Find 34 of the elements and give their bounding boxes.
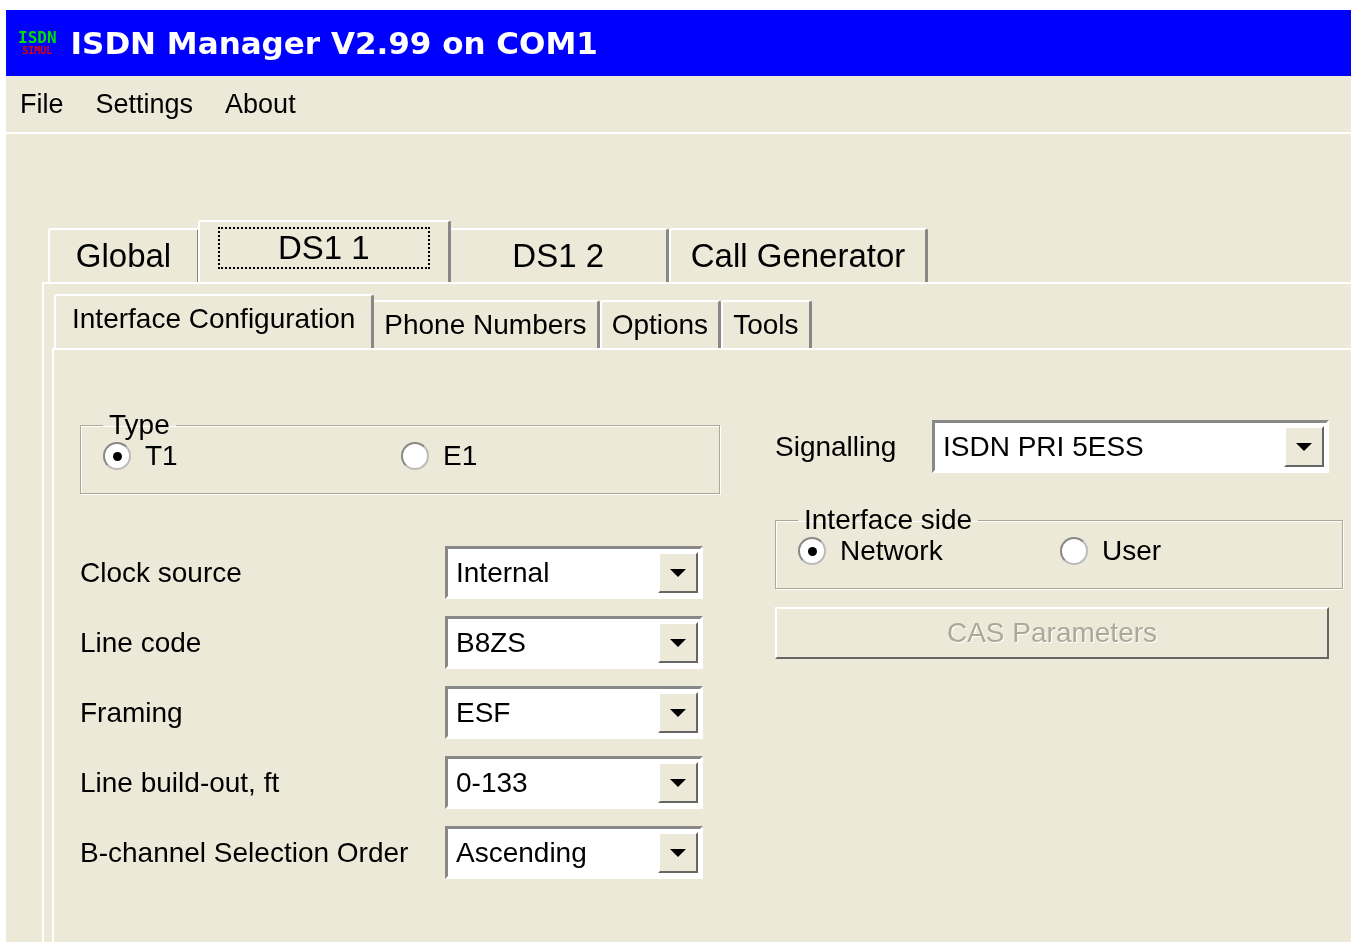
radio-label: T1: [145, 440, 178, 472]
tab[interactable]: DS1 2: [448, 228, 669, 282]
field-label: B-channel Selection Order: [80, 836, 409, 869]
dropdown[interactable]: Internal: [445, 546, 703, 599]
radio-button[interactable]: [798, 537, 826, 565]
radio-label: Network: [840, 535, 943, 567]
radio-button[interactable]: [1060, 537, 1088, 565]
group-label: Interface side: [803, 505, 974, 535]
radio-button[interactable]: [103, 442, 131, 470]
radio-button[interactable]: [401, 442, 429, 470]
field-label: Signalling: [775, 430, 897, 463]
app-icon: ISDN SIMUL: [18, 30, 57, 56]
field-label: Line code: [80, 626, 202, 659]
field-label: Framing: [80, 696, 183, 729]
dropdown[interactable]: ISDN PRI 5ESS: [932, 420, 1329, 473]
tab[interactable]: Tools: [721, 300, 812, 348]
menu-item[interactable]: Settings: [95, 88, 194, 120]
tab[interactable]: Options: [599, 300, 722, 348]
field-label: Clock source: [80, 556, 242, 589]
tab[interactable]: Phone Numbers: [372, 300, 600, 348]
dropdown[interactable]: ESF: [445, 686, 703, 739]
radio-label: E1: [443, 440, 478, 472]
group-label: Type: [108, 410, 171, 440]
window-title: ISDN Manager V2.99 on COM1: [70, 25, 598, 61]
tab[interactable]: Interface Configuration: [54, 294, 375, 348]
radio-label: User: [1102, 535, 1162, 567]
tab[interactable]: DS1 1: [198, 220, 451, 282]
tab[interactable]: Call Generator: [668, 228, 929, 282]
menu-item[interactable]: File: [20, 88, 64, 120]
menu-item[interactable]: About: [225, 88, 296, 120]
field-label: Line build-out, ft: [80, 766, 280, 799]
dropdown[interactable]: Ascending: [445, 826, 703, 879]
dropdown[interactable]: 0-133: [445, 756, 703, 809]
dropdown[interactable]: B8ZS: [445, 616, 703, 669]
